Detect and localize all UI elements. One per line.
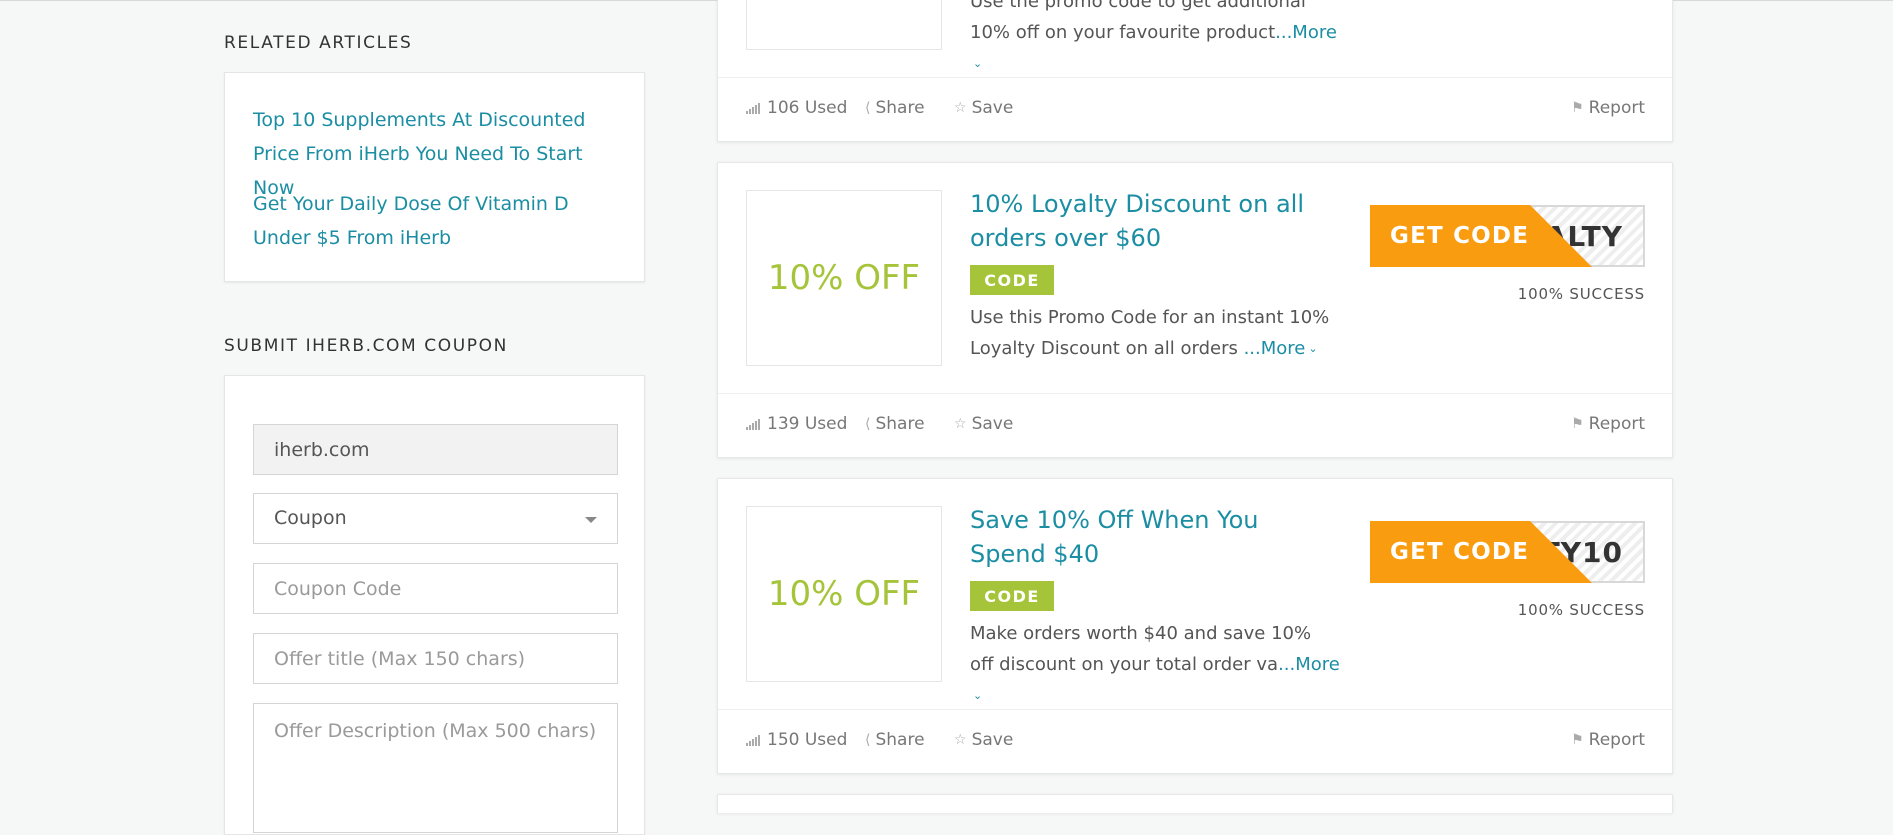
coupon-description-text: Use the promo code to get additional 10%… xyxy=(970,0,1306,43)
used-count: 139 Used xyxy=(746,414,847,434)
coupon-discount-thumb: 10% OFF xyxy=(746,190,942,366)
chevron-down-icon: ⌄ xyxy=(973,689,983,702)
coupon-footer: 106 Used ⟨ Share ☆ Save ⚑ Report xyxy=(718,77,1672,142)
discount-text: 10% OFF xyxy=(767,574,921,614)
coupon-description: Use the promo code to get additional 10%… xyxy=(970,0,1340,79)
offer-title-input[interactable] xyxy=(253,633,618,684)
related-articles-heading: RELATED ARTICLES xyxy=(224,33,413,53)
coupon-footer: 139 Used ⟨ Share ☆ Save ⚑ Report xyxy=(718,393,1672,458)
offer-type-select[interactable]: Coupon xyxy=(253,493,618,544)
coupon-card: 10% OFF Save 10% Off When You Spend $40 … xyxy=(717,478,1673,774)
save-button[interactable]: ☆ Save xyxy=(954,414,1013,434)
coupon-discount-thumb xyxy=(746,0,942,50)
report-label: Report xyxy=(1588,414,1645,434)
used-count: 150 Used xyxy=(746,730,847,750)
discount-text: 10% OFF xyxy=(767,258,921,298)
flag-icon: ⚑ xyxy=(1571,416,1584,432)
used-count-text: 106 Used xyxy=(767,98,848,118)
used-count-text: 150 Used xyxy=(767,730,848,750)
share-icon: ⟨ xyxy=(865,732,871,748)
coupon-description-text: Make orders worth $40 and save 10% off d… xyxy=(970,623,1312,675)
save-label: Save xyxy=(971,98,1014,118)
used-count-text: 139 Used xyxy=(767,414,848,434)
submit-coupon-heading: SUBMIT IHERB.COM COUPON xyxy=(224,336,508,356)
coupon-card xyxy=(717,794,1673,813)
caret-down-icon xyxy=(585,517,597,523)
report-button[interactable]: ⚑ Report xyxy=(1571,98,1645,118)
star-outline-icon: ☆ xyxy=(954,416,967,432)
coupon-code-input[interactable] xyxy=(253,563,618,614)
share-label: Share xyxy=(875,98,925,118)
coupon-footer: 150 Used ⟨ Share ☆ Save ⚑ Report xyxy=(718,709,1672,774)
submit-coupon-form: Coupon xyxy=(224,375,645,835)
get-code-button[interactable]: ALTY GET CODE xyxy=(1370,205,1645,267)
coupon-description: Use this Promo Code for an instant 10% L… xyxy=(970,302,1340,364)
save-button[interactable]: ☆ Save xyxy=(954,730,1013,750)
signal-bars-icon xyxy=(746,734,760,746)
more-link[interactable]: ...More⌄ xyxy=(1244,338,1318,359)
save-label: Save xyxy=(971,414,1014,434)
success-rate: 100% SUCCESS xyxy=(1517,601,1645,619)
share-button[interactable]: ⟨ Share xyxy=(865,414,925,434)
store-field[interactable] xyxy=(253,424,618,475)
offer-description-input[interactable] xyxy=(253,703,618,833)
star-outline-icon: ☆ xyxy=(954,732,967,748)
chevron-down-icon: ⌄ xyxy=(1308,342,1318,355)
coupon-card: 10% OFF 10% Loyalty Discount on all orde… xyxy=(717,162,1673,458)
used-count: 106 Used xyxy=(746,98,847,118)
offer-type-value: Coupon xyxy=(274,507,347,529)
related-articles-widget: Top 10 Supplements At Discounted Price F… xyxy=(224,72,645,282)
report-label: Report xyxy=(1588,98,1645,118)
get-code-button[interactable]: TY10 GET CODE xyxy=(1370,521,1645,583)
more-label: ...More xyxy=(1243,338,1306,359)
report-button[interactable]: ⚑ Report xyxy=(1571,414,1645,434)
report-button[interactable]: ⚑ Report xyxy=(1571,730,1645,750)
chevron-down-icon: ⌄ xyxy=(973,57,983,70)
coupon-title[interactable]: 10% Loyalty Discount on all orders over … xyxy=(970,187,1325,255)
flag-icon: ⚑ xyxy=(1571,732,1584,748)
star-outline-icon: ☆ xyxy=(954,100,967,116)
signal-bars-icon xyxy=(746,418,760,430)
more-label: ...More xyxy=(1275,22,1337,43)
signal-bars-icon xyxy=(746,102,760,114)
share-label: Share xyxy=(875,414,925,434)
report-label: Report xyxy=(1588,730,1645,750)
success-rate: 100% SUCCESS xyxy=(1517,285,1645,303)
share-button[interactable]: ⟨ Share xyxy=(865,98,925,118)
coupon-description: Make orders worth $40 and save 10% off d… xyxy=(970,618,1340,711)
share-button[interactable]: ⟨ Share xyxy=(865,730,925,750)
share-label: Share xyxy=(875,730,925,750)
coupon-title[interactable]: Save 10% Off When You Spend $40 xyxy=(970,503,1325,571)
save-label: Save xyxy=(971,730,1014,750)
share-icon: ⟨ xyxy=(865,416,871,432)
code-badge: CODE xyxy=(970,581,1054,611)
coupon-discount-thumb: 10% OFF xyxy=(746,506,942,682)
share-icon: ⟨ xyxy=(865,100,871,116)
code-badge: CODE xyxy=(970,265,1054,295)
coupon-card: Use the promo code to get additional 10%… xyxy=(717,0,1673,142)
flag-icon: ⚑ xyxy=(1571,100,1584,116)
related-article-link[interactable]: Get Your Daily Dose Of Vitamin D Under $… xyxy=(253,187,623,255)
more-label: ...More xyxy=(1278,654,1340,675)
save-button[interactable]: ☆ Save xyxy=(954,98,1013,118)
